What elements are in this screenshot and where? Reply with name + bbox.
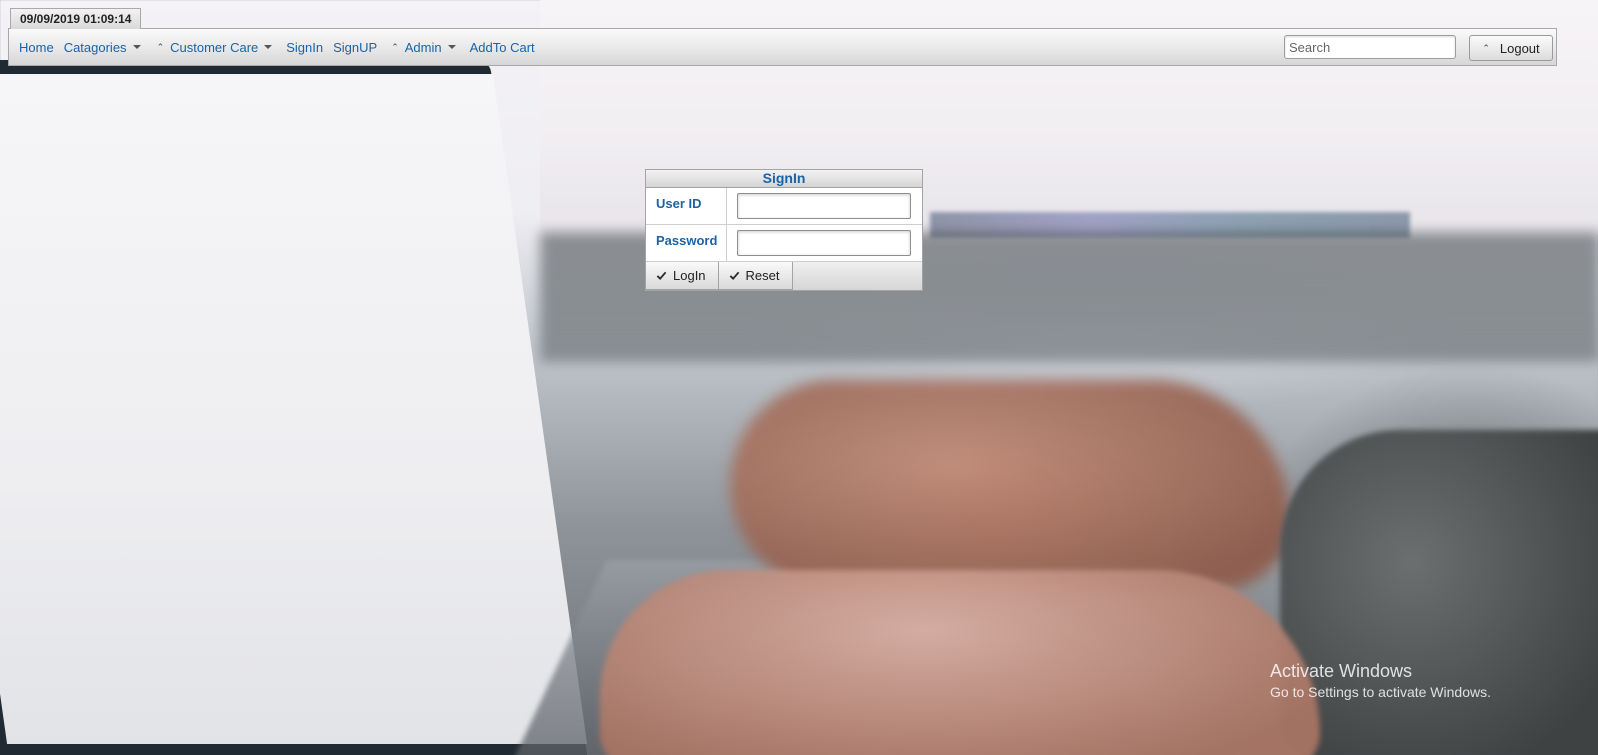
- password-label: Password: [646, 225, 727, 261]
- caret-down-icon: [132, 45, 141, 49]
- signin-title: SignIn: [646, 170, 922, 188]
- logout-button[interactable]: ⌃ Logout: [1469, 35, 1553, 61]
- chevron-up-icon: ⌃: [156, 41, 165, 52]
- password-input[interactable]: [737, 230, 911, 256]
- caret-down-icon: [447, 45, 456, 49]
- nav-item-catagories[interactable]: Catagories: [64, 40, 141, 55]
- chevron-up-icon: ⌃: [1482, 42, 1490, 53]
- background-hand-lower: [600, 570, 1320, 755]
- signin-panel: SignIn User ID Password LogIn Reset: [645, 169, 923, 291]
- user-id-label: User ID: [646, 188, 727, 224]
- nav-item-admin[interactable]: ⌃ Admin: [391, 39, 456, 55]
- nav-item-label: AddTo Cart: [469, 39, 535, 55]
- datetime-clock: 09/09/2019 01:09:14: [10, 8, 142, 29]
- login-button[interactable]: LogIn: [646, 262, 719, 290]
- login-label: LogIn: [673, 268, 706, 283]
- watermark-subtitle: Go to Settings to activate Windows.: [1270, 684, 1491, 700]
- check-icon: [729, 271, 739, 281]
- logout-label: Logout: [1499, 40, 1540, 56]
- nav-item-signup[interactable]: SignUP: [333, 40, 377, 55]
- nav-item-label: Catagories: [63, 39, 127, 55]
- nav-item-label: Customer Care: [170, 39, 259, 55]
- nav-item-customer-care[interactable]: ⌃ Customer Care: [157, 40, 273, 55]
- watermark-title: Activate Windows: [1270, 661, 1413, 681]
- chevron-up-icon: ⌃: [391, 41, 399, 52]
- caret-down-icon: [264, 45, 273, 49]
- search-input[interactable]: [1284, 35, 1456, 59]
- nav-item-home[interactable]: Home: [19, 40, 54, 55]
- nav-item-label: Admin: [404, 39, 442, 55]
- background-sleeve: [1280, 430, 1598, 755]
- password-row: Password: [646, 225, 922, 262]
- reset-label: Reset: [745, 268, 780, 283]
- nav-menu: Home Catagories ⌃ Customer Care SignIn S…: [19, 29, 535, 65]
- signin-actions: LogIn Reset: [646, 262, 922, 290]
- user-id-input[interactable]: [737, 193, 911, 219]
- top-navbar: Home Catagories ⌃ Customer Care SignIn S…: [8, 28, 1557, 66]
- nav-item-label: SignUP: [333, 39, 378, 55]
- activate-windows-watermark: Activate Windows Go to Settings to activ…: [1270, 660, 1491, 702]
- background-laptop-screen: [0, 74, 588, 744]
- nav-item-label: SignIn: [286, 39, 324, 55]
- user-id-row: User ID: [646, 188, 922, 225]
- nav-item-addto-cart[interactable]: AddTo Cart: [470, 40, 535, 55]
- background-hand-upper: [730, 380, 1290, 590]
- reset-button[interactable]: Reset: [718, 262, 793, 290]
- check-icon: [656, 271, 667, 281]
- nav-item-label: Home: [19, 39, 54, 55]
- nav-item-signin[interactable]: SignIn: [286, 40, 323, 55]
- user-id-cell: [727, 188, 922, 224]
- password-cell: [727, 225, 922, 261]
